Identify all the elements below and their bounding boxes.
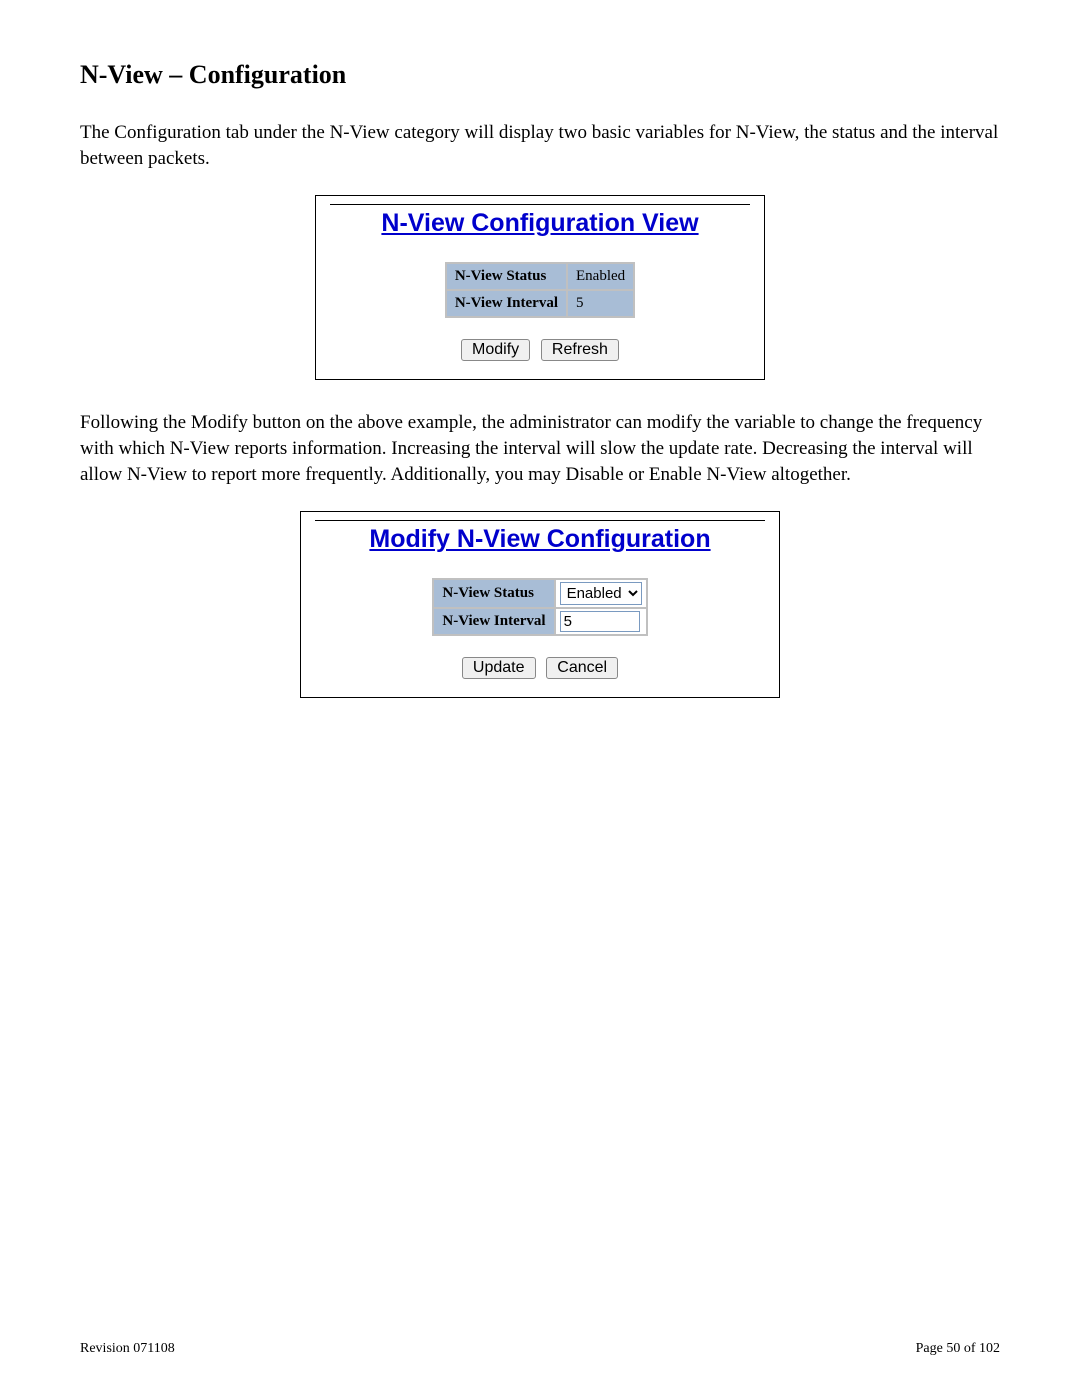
interval-label: N-View Interval — [433, 608, 554, 635]
cancel-button[interactable]: Cancel — [546, 657, 618, 679]
modify-config-table: N-View Status Enabled N-View Interval — [432, 578, 647, 636]
section-title: N-View – Configuration — [80, 60, 1000, 90]
view-config-table: N-View Status Enabled N-View Interval 5 — [445, 262, 635, 318]
interval-label: N-View Interval — [446, 290, 567, 317]
status-value: Enabled — [567, 263, 634, 290]
modify-panel: Modify N-View Configuration N-View Statu… — [300, 511, 780, 698]
modify-panel-title: Modify N-View Configuration — [315, 520, 765, 556]
modify-button[interactable]: Modify — [461, 339, 530, 361]
table-row: N-View Interval 5 — [446, 290, 634, 317]
view-panel-title: N-View Configuration View — [330, 204, 750, 240]
interval-input-cell — [555, 608, 647, 635]
page-number: Page 50 of 102 — [916, 1341, 1000, 1357]
interval-value: 5 — [567, 290, 634, 317]
table-row: N-View Interval — [433, 608, 646, 635]
status-select-cell: Enabled — [555, 579, 647, 608]
refresh-button[interactable]: Refresh — [541, 339, 619, 361]
view-panel: N-View Configuration View N-View Status … — [315, 195, 765, 380]
page-footer: Revision 071108 Page 50 of 102 — [80, 1341, 1000, 1357]
mid-paragraph: Following the Modify button on the above… — [80, 410, 1000, 487]
status-select[interactable]: Enabled — [560, 582, 642, 605]
update-button[interactable]: Update — [462, 657, 536, 679]
status-label: N-View Status — [433, 579, 554, 608]
intro-paragraph: The Configuration tab under the N-View c… — [80, 120, 1000, 171]
status-label: N-View Status — [446, 263, 567, 290]
table-row: N-View Status Enabled — [446, 263, 634, 290]
interval-input[interactable] — [560, 611, 640, 632]
table-row: N-View Status Enabled — [433, 579, 646, 608]
revision-text: Revision 071108 — [80, 1341, 175, 1357]
